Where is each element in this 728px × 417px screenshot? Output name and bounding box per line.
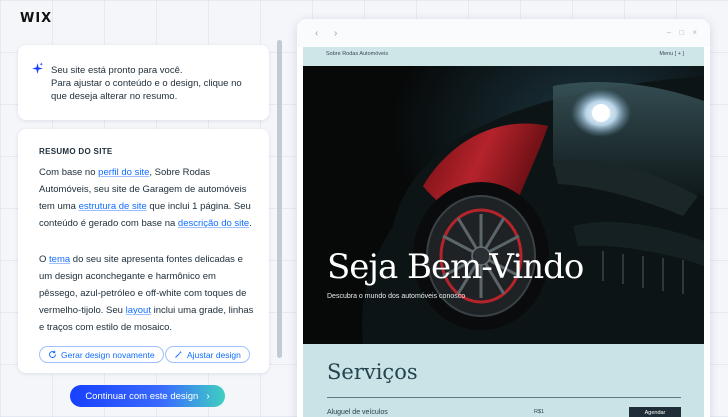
site-preview[interactable]: Sobre Rodas Automóveis Menu [ + ] Seja B…: [303, 47, 704, 417]
service-name[interactable]: Aluguel de veículos: [327, 409, 388, 416]
intro-card: Seu site está pronto para você. Para aju…: [18, 45, 269, 120]
intro-line-3: que deseja alterar no resumo.: [51, 91, 178, 102]
continue-with-design-button[interactable]: Continuar com este design ›: [70, 385, 225, 407]
services-divider: [327, 397, 681, 398]
adjust-design-label: Ajustar design: [187, 349, 241, 360]
magic-wand-icon: [175, 350, 182, 358]
theme-link[interactable]: tema: [49, 254, 70, 265]
intro-line-2: Para ajustar o conteúdo e o design, cliq…: [51, 78, 242, 89]
intro-line-1: Seu site está pronto para você.: [51, 65, 183, 76]
hero-car-image: [303, 66, 704, 344]
hero-section[interactable]: Seja Bem-Vindo Descubra o mundo dos auto…: [303, 66, 704, 344]
back-arrow-icon[interactable]: ‹: [315, 28, 318, 39]
refresh-icon: [49, 350, 56, 358]
continue-label: Continuar com este design: [85, 390, 199, 402]
wix-logo: WIX: [20, 11, 53, 26]
summary-text: O: [39, 254, 50, 265]
summary-paragraph-profile: Com base no perfil do site, Sobre Rodas …: [39, 164, 257, 232]
summary-text: Com base no: [39, 167, 99, 178]
chevron-right-icon: ›: [206, 390, 210, 402]
summary-text: .: [249, 218, 252, 229]
services-title[interactable]: Serviços: [327, 360, 418, 384]
regenerate-design-button[interactable]: Gerar design novamente: [39, 346, 164, 363]
adjust-design-button[interactable]: Ajustar design: [165, 346, 250, 363]
site-structure-link[interactable]: estrutura de site: [79, 201, 147, 212]
scrollbar-thumb[interactable]: [277, 40, 282, 358]
site-description-link[interactable]: descrição do site: [178, 218, 249, 229]
site-menu[interactable]: Menu [ + ]: [659, 51, 684, 57]
summary-paragraph-theme: O tema do seu site apresenta fontes deli…: [39, 251, 257, 336]
summary-title: RESUMO DO SITE: [39, 147, 113, 156]
site-header: Sobre Rodas Automóveis Menu [ + ]: [303, 47, 704, 66]
service-price[interactable]: R$1: [534, 409, 544, 415]
layout-link[interactable]: layout: [126, 305, 151, 316]
browser-toolbar: ‹ › – □ ×: [297, 19, 710, 47]
site-summary-card: RESUMO DO SITE Com base no perfil do sit…: [18, 129, 269, 373]
sparkle-icon: [32, 62, 43, 74]
hero-subtitle[interactable]: Descubra o mundo dos automóveis conosco: [327, 293, 465, 300]
forward-arrow-icon[interactable]: ›: [334, 28, 337, 39]
site-name[interactable]: Sobre Rodas Automóveis: [326, 51, 388, 57]
schedule-button[interactable]: Agendar: [629, 407, 681, 417]
window-controls[interactable]: – □ ×: [667, 28, 700, 37]
regenerate-design-label: Gerar design novamente: [61, 349, 155, 360]
intro-message: Seu site está pronto para você. Para aju…: [51, 64, 261, 103]
site-profile-link[interactable]: perfil do site: [98, 167, 149, 178]
site-preview-window: ‹ › – □ × Sobre Rodas Automóveis Menu [ …: [297, 19, 710, 417]
hero-title[interactable]: Seja Bem-Vindo: [327, 247, 584, 287]
panel-scrollbar[interactable]: [277, 40, 282, 358]
